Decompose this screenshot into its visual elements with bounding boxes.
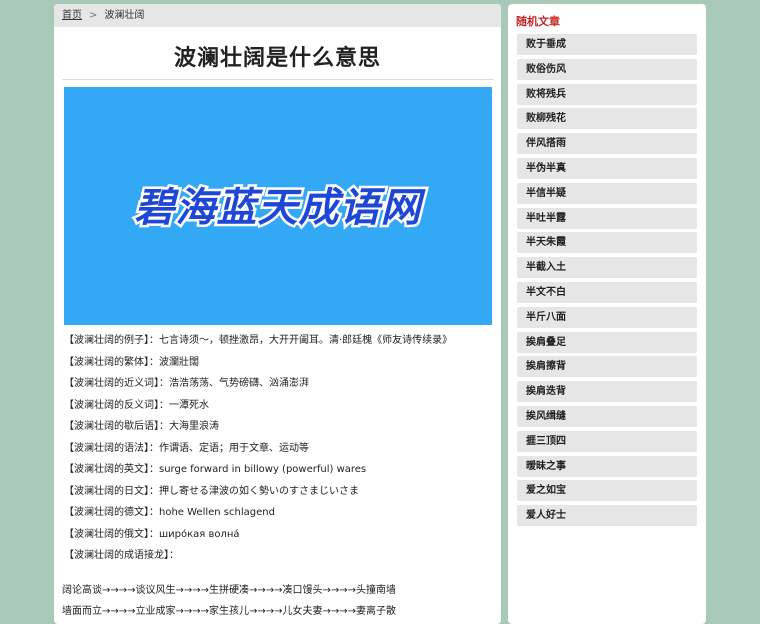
info-row: 【波澜壮阔的语法】：作谓语、定语；用于文章、运动等	[64, 438, 501, 460]
breadcrumb-separator: >	[89, 10, 98, 21]
main-content: 首页 > 波澜壮阔 波澜壮阔是什么意思 碧海蓝天成语网 【波澜壮阔的例子】：七言诗须…	[54, 4, 501, 624]
sidebar-item[interactable]: 暧昧之事	[517, 455, 697, 477]
info-row: 【波澜壮阔的例子】：七言诗须～，顿挫激昂，大开开阖耳。清·郎廷槐《师友诗传续录》	[64, 330, 501, 352]
info-row: 【波澜壮阔的日文】：押し寄せる津波の如く勢いのすさまじいさま	[64, 481, 501, 503]
chain-row[interactable]: 墙面而立→→→→立业成家→→→→家生孩儿→→→→儿女夫妻→→→→妻离子散	[62, 601, 501, 623]
sidebar-title: 随机文章	[516, 15, 560, 28]
sidebar-item[interactable]: 半信半疑	[517, 182, 697, 204]
info-value: surge forward in billowy (powerful) ware…	[159, 464, 367, 475]
info-label: 【波澜壮阔的歇后语】：	[64, 421, 169, 432]
info-value: 一潭死水	[169, 399, 209, 411]
info-value: hohe Wellen schlagend	[159, 507, 275, 518]
info-value: 波瀾壯闊	[159, 356, 199, 368]
idiom-info: 【波澜壮阔的例子】：七言诗须～，顿挫激昂，大开开阖耳。清·郎廷槐《师友诗传续录》…	[54, 325, 501, 567]
sidebar-item[interactable]: 挨肩叠足	[517, 331, 697, 353]
sidebar-list: 败于垂成败俗伤风败将残兵败柳残花伴风搭雨 半伪半真半信半疑半吐半露半天朱霞半截入土…	[508, 34, 706, 527]
info-label: 【波澜壮阔的成语接龙】：	[64, 550, 179, 561]
sidebar-item[interactable]: 败俗伤风	[517, 58, 697, 80]
info-label: 【波澜壮阔的英文】：	[64, 464, 159, 475]
info-label: 【波澜壮阔的例子】：	[64, 335, 159, 346]
info-row: 【波澜壮阔的歇后语】：大海里浪涛	[64, 416, 501, 438]
sidebar-item[interactable]: 挨肩擦背	[517, 356, 697, 378]
info-row: 【波澜壮阔的俄文】：широ́кая волна́	[64, 524, 501, 546]
chain-row[interactable]: 阔论高谈→→→→谈议风生→→→→生拼硬凑→→→→凑口馒头→→→→头撞南墙	[62, 580, 501, 602]
sidebar-item[interactable]: 半截入土	[517, 257, 697, 279]
info-label: 【波澜壮阔的德文】：	[64, 507, 159, 518]
info-value: 浩浩荡荡、气势磅礴、汹涌澎湃	[169, 378, 309, 389]
sidebar-item[interactable]: 败将残兵	[517, 83, 697, 105]
info-value: 七言诗须～，顿挫激昂，大开开阖耳。清·郎廷槐《师友诗传续录》	[159, 335, 453, 346]
info-row: 【波澜壮阔的繁体】：波瀾壯闊	[64, 352, 501, 374]
info-row: 【波澜壮阔的英文】：surge forward in billowy (powe…	[64, 459, 501, 481]
info-label: 【波澜壮阔的繁体】：	[64, 356, 159, 368]
breadcrumb-current: 波澜壮阔	[104, 10, 145, 21]
sidebar-item[interactable]: 败柳残花	[517, 108, 697, 130]
sidebar-item[interactable]: 败于垂成	[517, 34, 697, 55]
info-row: 【波澜壮阔的成语接龙】：	[64, 545, 501, 567]
sidebar-item[interactable]: 挨风缉缝	[517, 405, 697, 427]
page-title: 波澜壮阔是什么意思	[173, 46, 381, 71]
sidebar-item[interactable]: 挨肩迭背	[517, 381, 697, 403]
sidebar-item[interactable]: 爱人好士	[517, 505, 697, 527]
info-row: 【波澜壮阔的近义词】：浩浩荡荡、气势磅礴、汹涌澎湃	[64, 373, 501, 395]
sidebar-item[interactable]: 捱三顶四	[517, 430, 697, 452]
banner-image: 碧海蓝天成语网	[64, 87, 492, 325]
idiom-chain: 阔论高谈→→→→谈议风生→→→→生拼硬凑→→→→凑口馒头→→→→头撞南墙 墙面而立…	[54, 567, 501, 623]
banner-text: 碧海蓝天成语网	[135, 185, 427, 231]
sidebar-item[interactable]: 爱之如宝	[517, 480, 697, 502]
divider	[62, 79, 493, 80]
info-label: 【波澜壮阔的俄文】：	[64, 528, 159, 540]
sidebar-item[interactable]: 半文不白	[517, 281, 697, 303]
sidebar-item[interactable]: 半伪半真	[517, 157, 697, 179]
info-label: 【波澜壮阔的语法】：	[64, 442, 159, 454]
info-row: 【波澜壮阔的德文】：hohe Wellen schlagend	[64, 502, 501, 524]
info-label: 【波澜壮阔的反义词】：	[64, 399, 169, 411]
sidebar-item[interactable]: 半吐半露	[517, 207, 697, 229]
sidebar-item[interactable]: 伴风搭雨	[517, 133, 697, 155]
info-value: 押し寄せる津波の如く勢いのすさまじいさま	[159, 485, 359, 497]
breadcrumb-home-link[interactable]: 首页	[62, 10, 82, 21]
breadcrumb: 首页 > 波澜壮阔	[54, 4, 501, 27]
sidebar-item[interactable]: 半斤八面	[517, 306, 697, 328]
info-value: 作谓语、定语；用于文章、运动等	[159, 442, 309, 454]
info-label: 【波澜壮阔的近义词】：	[64, 378, 169, 389]
info-row: 【波澜壮阔的反义词】：一潭死水	[64, 395, 501, 417]
sidebar-item[interactable]: 半天朱霞	[517, 232, 697, 254]
info-value: широ́кая волна́	[159, 528, 240, 540]
sidebar: 随机文章 败于垂成败俗伤风败将残兵败柳残花伴风搭雨 半伪半真半信半疑半吐半露半天朱…	[508, 4, 706, 624]
info-value: 大海里浪涛	[169, 421, 219, 432]
info-label: 【波澜壮阔的日文】：	[64, 485, 159, 497]
